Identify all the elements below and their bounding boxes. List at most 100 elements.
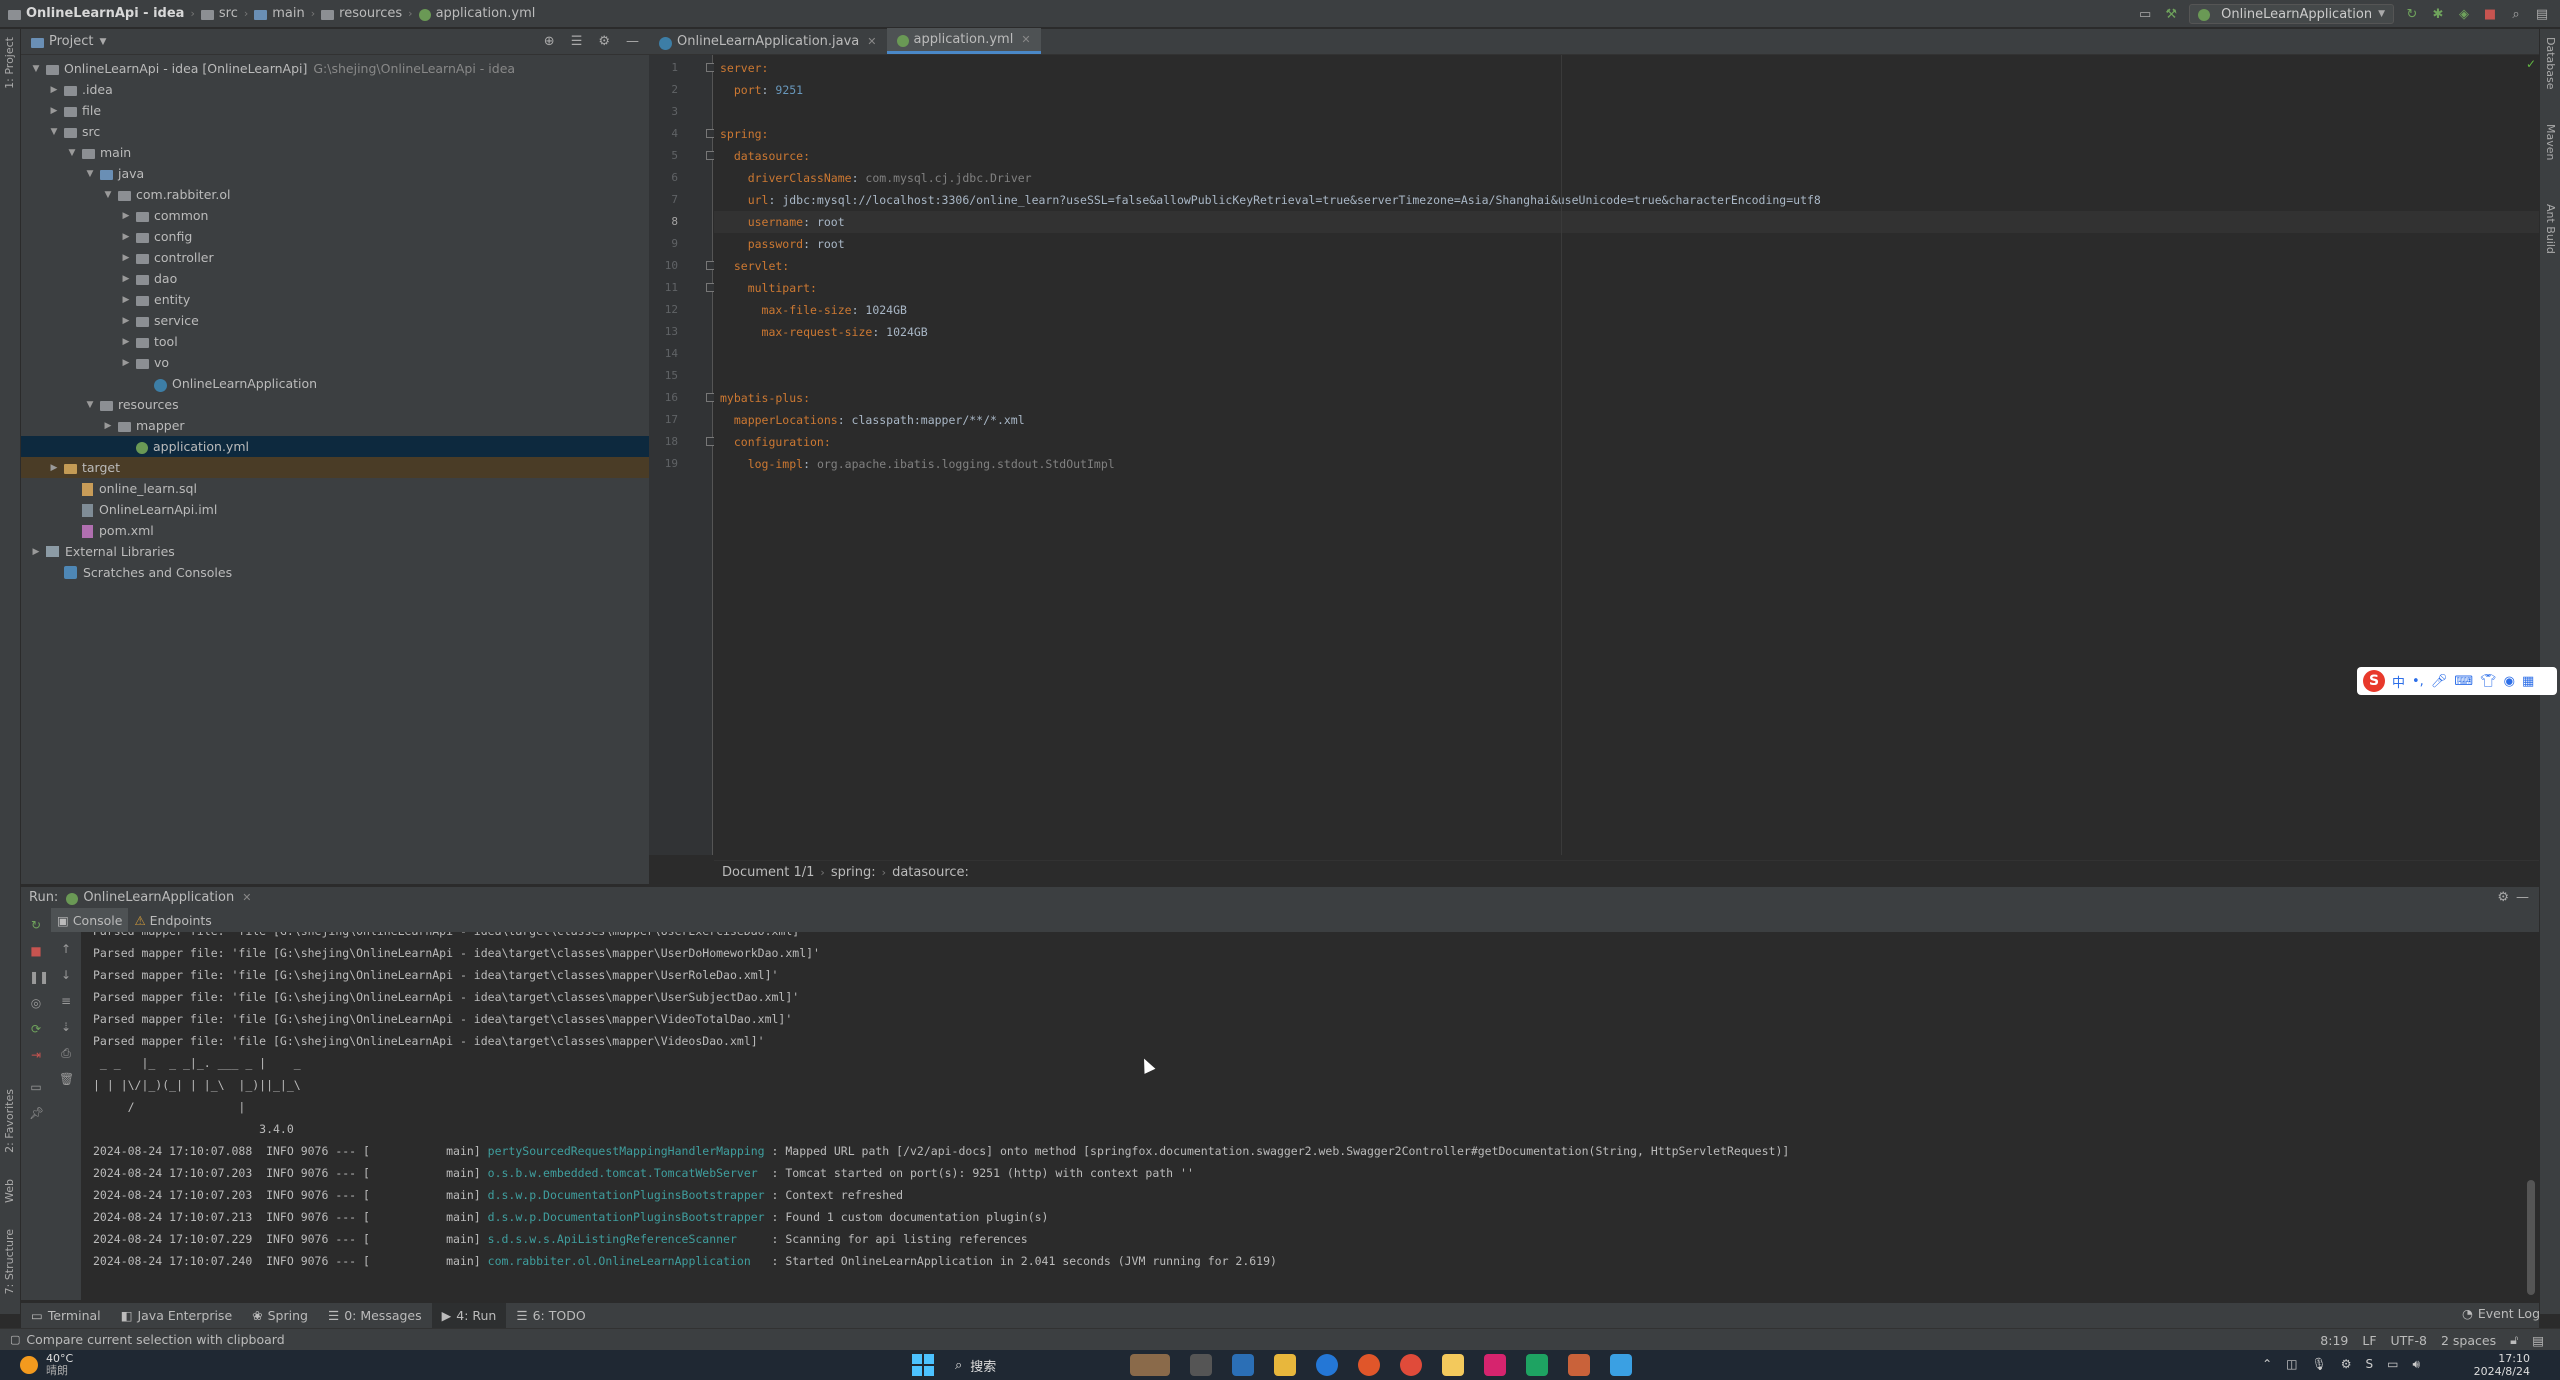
tree-item[interactable]: OnlineLearnApi.iml [21, 499, 649, 520]
chevron-right-icon[interactable]: ▶ [47, 463, 61, 473]
gear-icon[interactable]: ⚙ [598, 34, 610, 49]
firefox-icon[interactable] [1358, 1354, 1380, 1376]
console-scrollbar[interactable] [2527, 1180, 2535, 1295]
chevron-down-icon[interactable]: ▼ [83, 169, 97, 179]
update-icon[interactable]: ⟳ [29, 1022, 43, 1036]
exit-icon[interactable]: ⇥ [29, 1048, 43, 1062]
network-icon[interactable]: ◫ [2286, 1357, 2297, 1372]
line-separator[interactable]: LF [2362, 1333, 2376, 1348]
breadcrumb-spring[interactable]: spring: [831, 865, 876, 880]
tree-item[interactable]: ▶ common [21, 205, 649, 226]
tool-tab-4-run[interactable]: ▶ 4: Run [431, 1302, 507, 1329]
camera-icon[interactable]: ◎ [29, 996, 43, 1010]
arrow-up-icon[interactable]: ↑ [59, 942, 73, 956]
tree-item[interactable]: ▶ target [21, 457, 649, 478]
game-icon[interactable]: ◉ [2504, 674, 2515, 689]
breadcrumb-datasource[interactable]: datasource: [892, 865, 969, 880]
run-configuration-select[interactable]: OnlineLearnApplication ▼ [2189, 4, 2394, 24]
chevron-right-icon[interactable]: ▶ [119, 337, 133, 347]
chrome-icon[interactable] [1400, 1354, 1422, 1376]
caret-position[interactable]: 8:19 [2320, 1333, 2348, 1348]
chevron-right-icon[interactable]: ▶ [119, 358, 133, 368]
chevron-down-icon[interactable]: ▼ [101, 190, 115, 200]
tree-item[interactable]: ▼ src [21, 121, 649, 142]
tool-tab-terminal[interactable]: ▭ Terminal [21, 1303, 111, 1329]
database-tool-button[interactable]: Database [2544, 37, 2557, 90]
gear-icon[interactable]: ⚙ [2497, 890, 2509, 905]
project-view-select[interactable]: Project [49, 34, 93, 49]
tree-item[interactable]: ▼ OnlineLearnApi - idea [OnlineLearnApi] G… [21, 58, 649, 79]
stop-icon[interactable]: ■ [2482, 6, 2498, 22]
chevron-down-icon[interactable]: ▼ [47, 127, 61, 137]
tree-item[interactable]: ▶ dao [21, 268, 649, 289]
tree-item[interactable]: ▶ External Libraries [21, 541, 649, 562]
debug-icon[interactable]: ✱ [2430, 6, 2446, 22]
chevron-right-icon[interactable]: ▶ [119, 253, 133, 263]
locate-icon[interactable]: ⊕ [544, 34, 555, 49]
taskbar-clock[interactable]: 17:10 2024/8/24 [2474, 1352, 2530, 1378]
tree-item[interactable]: ▶ .idea [21, 79, 649, 100]
ime-toolbar[interactable]: S 中 •, 🎤︎ ⌨ 👕︎ ◉ ▦ [2357, 667, 2557, 695]
tree-item[interactable]: ▶ tool [21, 331, 649, 352]
hbuilder-icon[interactable] [1526, 1354, 1548, 1376]
layout-icon[interactable]: ▭ [2137, 6, 2153, 22]
tree-item[interactable]: ▼ main [21, 142, 649, 163]
collapse-all-icon[interactable]: ☰ [571, 34, 583, 49]
chevron-right-icon[interactable]: ▶ [47, 106, 61, 116]
nav-crumb-file[interactable]: application.yml [436, 6, 536, 21]
windows-start-icon[interactable] [912, 1354, 934, 1376]
web-tool-button[interactable]: Web [3, 1179, 16, 1203]
keyboard-icon[interactable]: ⌨ [2454, 674, 2473, 689]
chevron-right-icon[interactable]: ▶ [47, 85, 61, 95]
breadcrumb-document[interactable]: Document 1/1 [722, 865, 814, 880]
tool-tab-0-messages[interactable]: ☰ 0: Messages [318, 1303, 432, 1329]
lock-icon[interactable]: 🔓︎ [2510, 1332, 2518, 1348]
tree-item[interactable]: ▶ mapper [21, 415, 649, 436]
close-icon[interactable]: ✕ [867, 35, 876, 48]
pause-icon[interactable]: ❚❚ [29, 970, 49, 984]
window-icon[interactable]: ▤ [2534, 6, 2550, 22]
chevron-down-icon[interactable]: ▼ [65, 148, 79, 158]
tab-endpoints[interactable]: ⚠ Endpoints [128, 908, 217, 932]
layout-icon[interactable]: ▭ [29, 1080, 43, 1094]
file-encoding[interactable]: UTF-8 [2391, 1333, 2427, 1348]
tree-item[interactable]: Scratches and Consoles [21, 562, 649, 583]
taskbar-app-icon[interactable] [1130, 1354, 1170, 1376]
rerun-icon[interactable]: ↻ [29, 918, 43, 932]
soft-wrap-icon[interactable]: ≡ [59, 994, 73, 1008]
tree-item[interactable]: ▼ resources [21, 394, 649, 415]
nav-project[interactable]: OnlineLearnApi - idea [26, 6, 184, 21]
run-tab[interactable]: OnlineLearnApplication [83, 890, 234, 905]
edge-icon[interactable] [1316, 1354, 1338, 1376]
chevron-up-icon[interactable]: ⌃ [2262, 1357, 2272, 1372]
indent-setting[interactable]: 2 spaces [2441, 1333, 2496, 1348]
arrow-down-icon[interactable]: ↓ [59, 968, 73, 982]
settings-icon[interactable]: ⚙ [2341, 1357, 2352, 1372]
tree-item[interactable]: ▶ service [21, 310, 649, 331]
microphone-icon[interactable]: 🎙︎ [2311, 1357, 2326, 1372]
memory-icon[interactable]: ▤ [2532, 1333, 2544, 1348]
tab-application-yml[interactable]: application.yml ✕ [886, 28, 1041, 54]
chevron-right-icon[interactable]: ▶ [119, 295, 133, 305]
tree-item[interactable]: ▼ java [21, 163, 649, 184]
code-editor[interactable]: server: port: 9251 spring: datasource: dr… [714, 55, 2539, 855]
console-output[interactable]: Parsed mapper file: 'file [G:\shejing\On… [81, 932, 2531, 1300]
office-icon[interactable] [1568, 1354, 1590, 1376]
chevron-right-icon[interactable]: ▶ [119, 232, 133, 242]
tree-item[interactable]: ▶ config [21, 226, 649, 247]
punctuation-icon[interactable]: •, [2412, 674, 2424, 689]
microphone-icon[interactable]: 🎤︎ [2431, 674, 2448, 689]
structure-tool-button[interactable]: 7: Structure [3, 1229, 16, 1294]
tree-item[interactable]: OnlineLearnApplication [21, 373, 649, 394]
tab-console[interactable]: ▣ Console [51, 908, 129, 932]
taskbar-search[interactable]: ⌕ 搜索 [955, 1353, 1105, 1377]
close-icon[interactable]: ✕ [1021, 33, 1030, 46]
print-icon[interactable]: ⎙ [59, 1046, 73, 1060]
minimize-icon[interactable]: — [626, 34, 639, 49]
tool-tab-6-todo[interactable]: ☰ 6: TODO [506, 1303, 595, 1329]
tree-item[interactable]: online_learn.sql [21, 478, 649, 499]
maven-tool-button[interactable]: Maven [2544, 124, 2557, 160]
minimize-icon[interactable]: — [2516, 890, 2529, 905]
scroll-to-end-icon[interactable]: ⇣ [59, 1020, 73, 1034]
project-tool-button[interactable]: 1: Project [3, 37, 16, 89]
